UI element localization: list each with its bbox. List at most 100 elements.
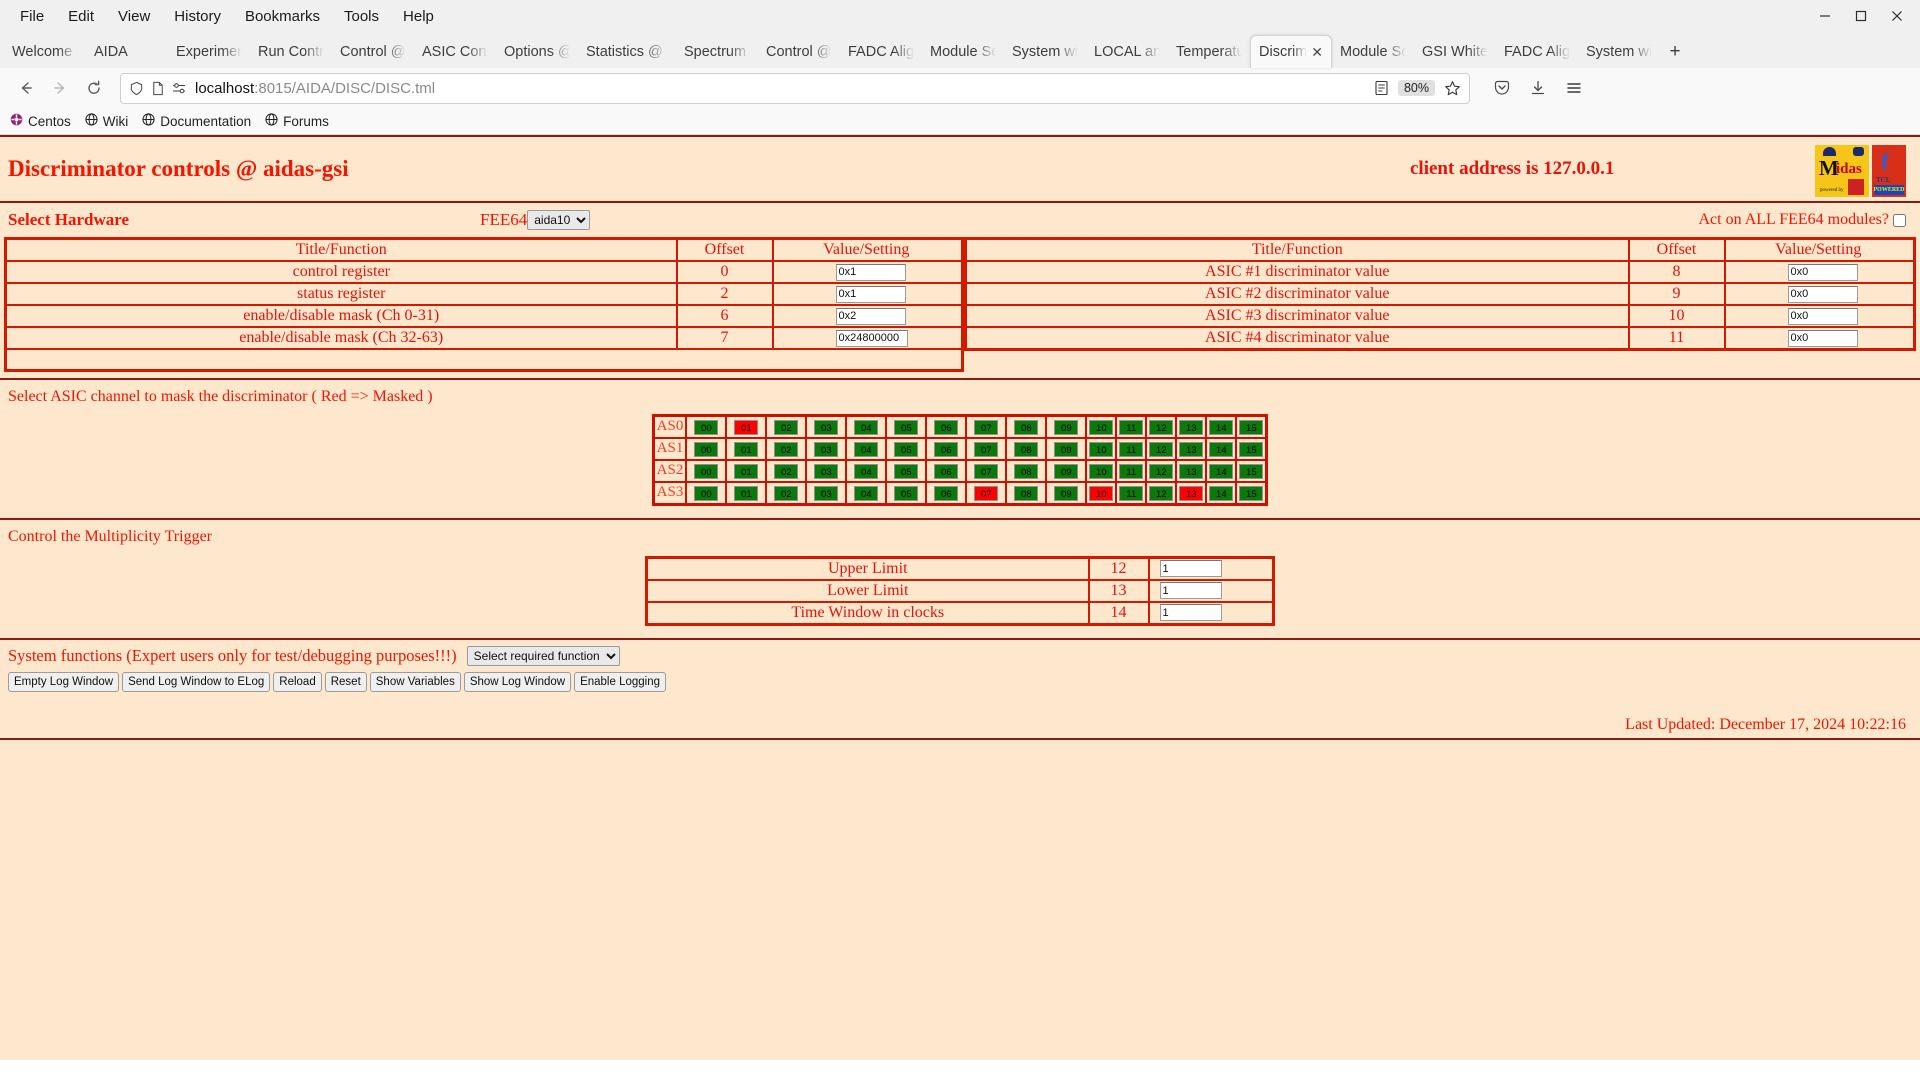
- system-function-select[interactable]: Select required function: [467, 646, 620, 666]
- asic-channel-cell[interactable]: 07: [966, 460, 1006, 482]
- asic-channel-cell[interactable]: 08: [1006, 415, 1046, 438]
- channel-enabled-box[interactable]: 00: [694, 486, 718, 501]
- asic-channel-cell[interactable]: 05: [886, 438, 926, 460]
- asic-channel-cell[interactable]: 15: [1236, 460, 1267, 482]
- url-text[interactable]: localhost:8015/AIDA/DISC/DISC.tml: [195, 80, 435, 97]
- channel-enabled-box[interactable]: 01: [734, 486, 758, 501]
- asic-channel-cell[interactable]: 15: [1236, 482, 1267, 505]
- channel-enabled-box[interactable]: 01: [734, 464, 758, 479]
- channel-enabled-box[interactable]: 07: [974, 442, 998, 457]
- asic-channel-cell[interactable]: 11: [1116, 460, 1146, 482]
- multiplicity-value-input[interactable]: [1160, 582, 1222, 599]
- channel-enabled-box[interactable]: 09: [1054, 442, 1078, 457]
- bookmark-star-icon[interactable]: [1444, 80, 1461, 97]
- channel-enabled-box[interactable]: 14: [1209, 486, 1233, 501]
- channel-enabled-box[interactable]: 12: [1149, 442, 1173, 457]
- asic-channel-cell[interactable]: 13: [1176, 415, 1206, 438]
- asic-channel-cell[interactable]: 01: [726, 438, 766, 460]
- system-button[interactable]: Reload: [273, 672, 321, 692]
- register-value-input[interactable]: [1788, 286, 1858, 303]
- browser-tab[interactable]: Control @: [758, 35, 840, 68]
- asic-channel-cell[interactable]: 10: [1086, 438, 1116, 460]
- multiplicity-value-input[interactable]: [1160, 604, 1222, 621]
- asic-channel-cell[interactable]: 04: [846, 482, 886, 505]
- channel-enabled-box[interactable]: 13: [1179, 420, 1203, 435]
- channel-enabled-box[interactable]: 09: [1054, 464, 1078, 479]
- channel-enabled-box[interactable]: 05: [894, 486, 918, 501]
- register-value-input[interactable]: [836, 308, 906, 325]
- asic-channel-cell[interactable]: 14: [1206, 415, 1236, 438]
- asic-channel-cell[interactable]: 11: [1116, 415, 1146, 438]
- register-value-input[interactable]: [1788, 308, 1858, 325]
- asic-channel-cell[interactable]: 03: [806, 460, 846, 482]
- channel-enabled-box[interactable]: 13: [1179, 442, 1203, 457]
- channel-enabled-box[interactable]: 11: [1119, 486, 1143, 501]
- browser-tab[interactable]: Control @: [332, 35, 414, 68]
- asic-channel-cell[interactable]: 10: [1086, 460, 1116, 482]
- system-button[interactable]: Enable Logging: [574, 672, 666, 692]
- asic-channel-cell[interactable]: 04: [846, 460, 886, 482]
- register-value-input[interactable]: [836, 330, 908, 347]
- asic-channel-cell[interactable]: 12: [1146, 415, 1176, 438]
- channel-enabled-box[interactable]: 00: [694, 420, 718, 435]
- channel-enabled-box[interactable]: 15: [1239, 442, 1263, 457]
- system-button[interactable]: Show Log Window: [464, 672, 571, 692]
- asic-channel-cell[interactable]: 05: [886, 415, 926, 438]
- asic-channel-cell[interactable]: 13: [1176, 482, 1206, 505]
- asic-channel-cell[interactable]: 04: [846, 438, 886, 460]
- asic-channel-cell[interactable]: 01: [726, 460, 766, 482]
- channel-enabled-box[interactable]: 08: [1014, 464, 1038, 479]
- asic-channel-cell[interactable]: 10: [1086, 482, 1116, 505]
- channel-enabled-box[interactable]: 15: [1239, 486, 1263, 501]
- browser-tab[interactable]: Module Set: [922, 35, 1004, 68]
- channel-enabled-box[interactable]: 12: [1149, 486, 1173, 501]
- channel-enabled-box[interactable]: 05: [894, 442, 918, 457]
- browser-tab[interactable]: Experiment: [168, 35, 250, 68]
- menu-tools[interactable]: Tools: [332, 5, 391, 28]
- channel-enabled-box[interactable]: 12: [1149, 420, 1173, 435]
- asic-channel-cell[interactable]: 04: [846, 415, 886, 438]
- channel-enabled-box[interactable]: 06: [934, 420, 958, 435]
- channel-enabled-box[interactable]: 10: [1089, 464, 1113, 479]
- channel-enabled-box[interactable]: 02: [774, 420, 798, 435]
- asic-channel-cell[interactable]: 02: [766, 482, 806, 505]
- browser-tab[interactable]: Module Set: [1332, 35, 1414, 68]
- asic-channel-cell[interactable]: 07: [966, 482, 1006, 505]
- channel-enabled-box[interactable]: 08: [1014, 486, 1038, 501]
- channel-enabled-box[interactable]: 01: [734, 442, 758, 457]
- asic-channel-cell[interactable]: 05: [886, 482, 926, 505]
- menu-file[interactable]: File: [8, 5, 56, 28]
- asic-channel-cell[interactable]: 02: [766, 460, 806, 482]
- register-value-input[interactable]: [836, 286, 906, 303]
- multiplicity-value-input[interactable]: [1160, 560, 1222, 577]
- permissions-icon[interactable]: [172, 82, 188, 95]
- channel-enabled-box[interactable]: 05: [894, 464, 918, 479]
- bookmark-item[interactable]: Forums: [265, 113, 329, 129]
- channel-enabled-box[interactable]: 06: [934, 464, 958, 479]
- channel-masked-box[interactable]: 07: [974, 486, 998, 501]
- channel-enabled-box[interactable]: 00: [694, 464, 718, 479]
- browser-tab[interactable]: System wid: [1004, 35, 1086, 68]
- reader-view-icon[interactable]: [1374, 80, 1389, 96]
- channel-enabled-box[interactable]: 03: [814, 464, 838, 479]
- channel-enabled-box[interactable]: 04: [854, 420, 878, 435]
- bookmark-item[interactable]: Documentation: [142, 113, 251, 129]
- browser-tab[interactable]: AIDA: [86, 35, 168, 68]
- asic-channel-cell[interactable]: 12: [1146, 460, 1176, 482]
- system-button[interactable]: Show Variables: [370, 672, 461, 692]
- asic-channel-cell[interactable]: 14: [1206, 460, 1236, 482]
- asic-channel-cell[interactable]: 02: [766, 415, 806, 438]
- channel-enabled-box[interactable]: 15: [1239, 464, 1263, 479]
- browser-tab[interactable]: Statistics @: [578, 35, 676, 68]
- asic-channel-cell[interactable]: 00: [686, 438, 726, 460]
- asic-channel-cell[interactable]: 05: [886, 460, 926, 482]
- browser-tab[interactable]: Welcome t: [4, 35, 86, 68]
- asic-channel-cell[interactable]: 09: [1046, 438, 1086, 460]
- asic-channel-cell[interactable]: 00: [686, 415, 726, 438]
- channel-enabled-box[interactable]: 08: [1014, 420, 1038, 435]
- back-button[interactable]: [10, 72, 42, 104]
- asic-channel-cell[interactable]: 11: [1116, 438, 1146, 460]
- asic-channel-cell[interactable]: 12: [1146, 438, 1176, 460]
- menu-bookmarks[interactable]: Bookmarks: [233, 5, 332, 28]
- asic-channel-cell[interactable]: 03: [806, 438, 846, 460]
